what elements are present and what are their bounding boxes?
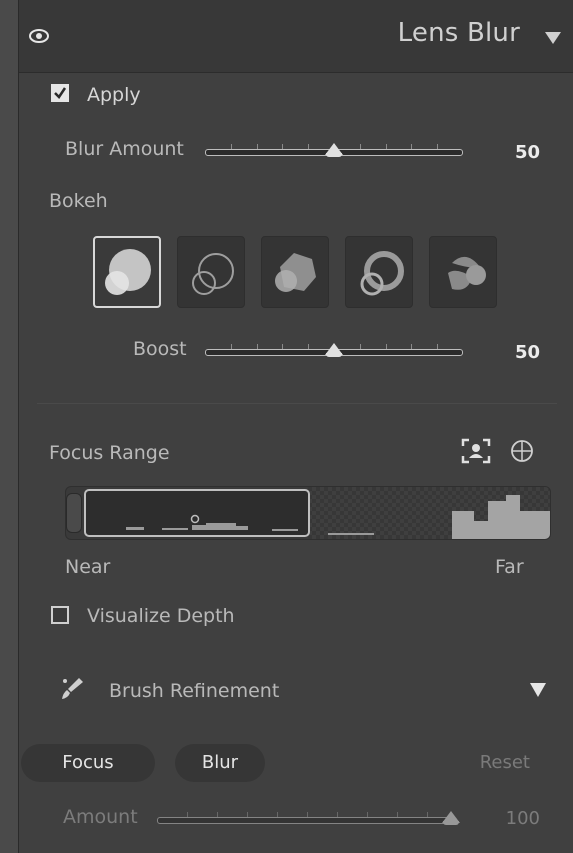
depth-range-handle[interactable] — [66, 493, 82, 533]
brush-refinement-label[interactable]: Brush Refinement — [109, 680, 279, 702]
slider-thumb[interactable] — [325, 343, 343, 357]
boost-label: Boost — [133, 338, 187, 360]
triangle-down-icon[interactable] — [529, 682, 547, 702]
bokeh-circle-button[interactable] — [93, 236, 161, 308]
subject-focus-icon[interactable] — [461, 438, 491, 468]
reset-button[interactable]: Reset — [480, 752, 530, 773]
panel-title: Lens Blur — [397, 18, 520, 48]
amount-label: Amount — [63, 806, 138, 828]
triangle-down-icon[interactable] — [544, 30, 562, 49]
apply-label: Apply — [87, 84, 141, 106]
panel-header[interactable]: Lens Blur — [19, 0, 573, 73]
focus-point-icon[interactable] — [190, 509, 200, 528]
amount-value[interactable]: 100 — [506, 808, 540, 829]
bokeh-soap-bubble-button[interactable] — [429, 236, 497, 308]
crosshair-target-icon[interactable] — [509, 438, 535, 468]
brush-icon — [59, 676, 85, 706]
focus-range-label: Focus Range — [49, 442, 170, 464]
visualize-depth-checkbox[interactable] — [51, 606, 69, 624]
focus-range-window[interactable] — [84, 489, 310, 537]
lens-blur-panel: Lens Blur Apply Blur Amount 50 Bokeh Boo… — [18, 0, 573, 853]
focus-range-depth-selector[interactable] — [65, 486, 551, 540]
blur-amount-label: Blur Amount — [65, 138, 184, 160]
near-label: Near — [65, 556, 111, 578]
visualize-depth-label: Visualize Depth — [87, 605, 235, 627]
bokeh-blade-button[interactable] — [261, 236, 329, 308]
eye-icon[interactable] — [29, 28, 49, 47]
bokeh-cat-eye-button[interactable] — [345, 236, 413, 308]
section-divider — [37, 403, 557, 404]
bokeh-label: Bokeh — [49, 190, 108, 212]
apply-checkbox[interactable] — [51, 84, 69, 102]
boost-value[interactable]: 50 — [515, 342, 540, 363]
blur-brush-button[interactable]: Blur — [175, 744, 265, 782]
far-label: Far — [495, 556, 524, 578]
slider-thumb[interactable] — [325, 143, 343, 157]
slider-thumb[interactable] — [442, 811, 460, 825]
bokeh-ring-button[interactable] — [177, 236, 245, 308]
boost-slider[interactable] — [205, 340, 463, 362]
focus-brush-button[interactable]: Focus — [21, 744, 155, 782]
blur-amount-value[interactable]: 50 — [515, 142, 540, 163]
blur-amount-slider[interactable] — [205, 140, 463, 162]
slider-track — [157, 817, 457, 824]
amount-slider[interactable] — [157, 808, 460, 830]
